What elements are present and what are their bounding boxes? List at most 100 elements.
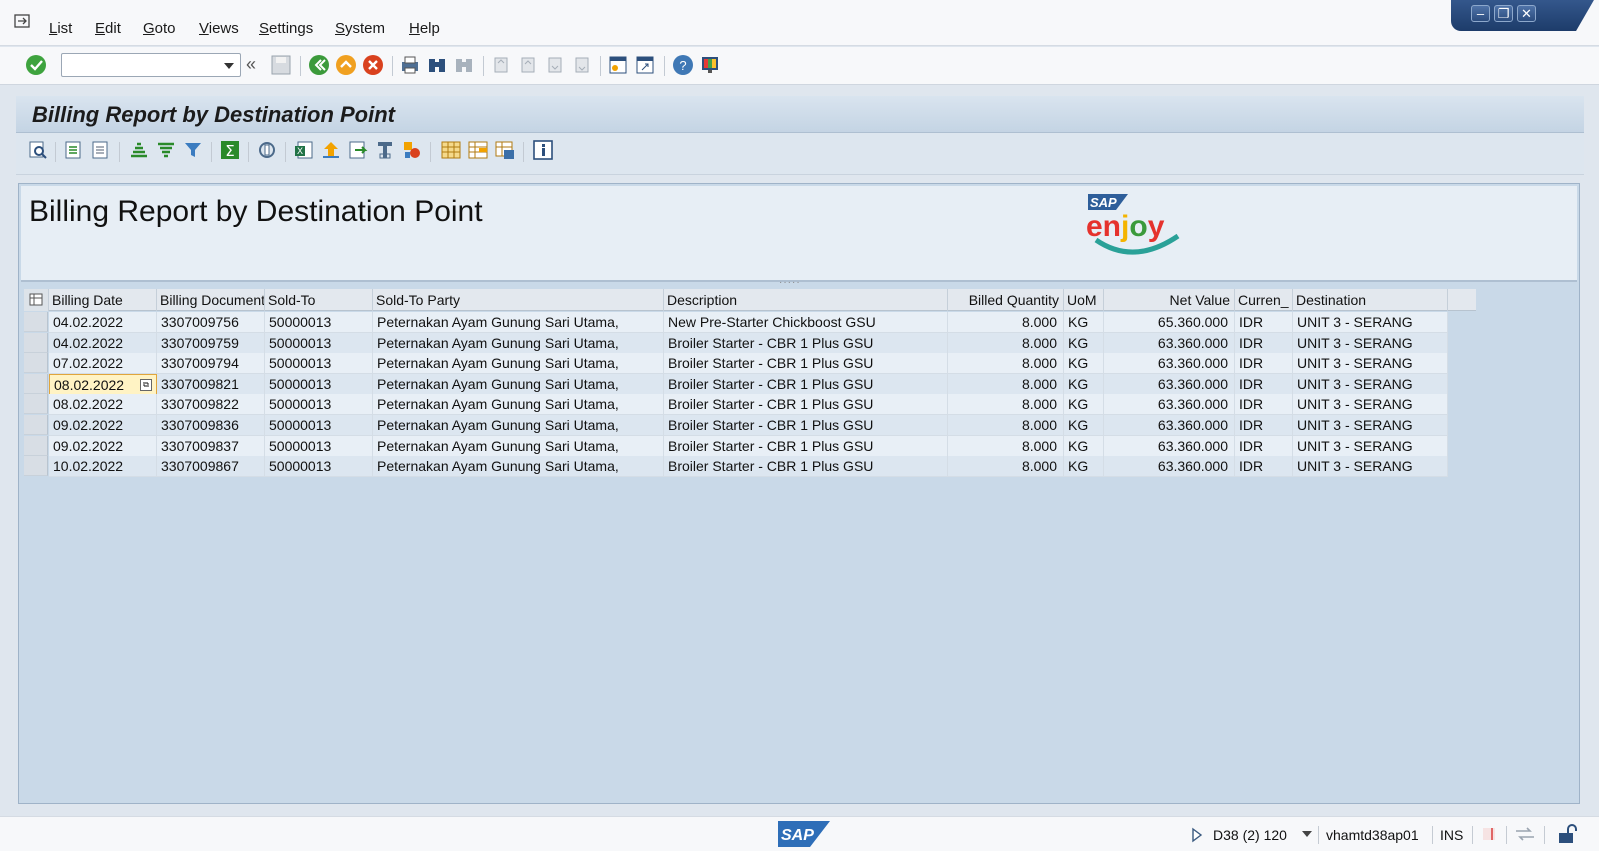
save-icon[interactable]	[270, 54, 292, 76]
cell-net-value[interactable]: 63.360.000	[1104, 456, 1235, 478]
cell-uom[interactable]: KG	[1064, 373, 1104, 395]
cell-destination[interactable]: UNIT 3 - SERANG	[1293, 332, 1448, 354]
new-session-icon[interactable]	[607, 54, 629, 76]
cell-net-value[interactable]: 63.360.000	[1104, 394, 1235, 416]
cell-billing-document[interactable]: 3307009837	[157, 435, 265, 457]
column-header-description[interactable]: Description	[664, 289, 948, 311]
cell-net-value[interactable]: 63.360.000	[1104, 353, 1235, 375]
row-selector[interactable]	[24, 415, 48, 435]
cell-sold-to-party[interactable]: Peternakan Ayam Gunung Sari Utama,	[373, 435, 664, 457]
cell-billing-date[interactable]: 09.02.2022	[49, 435, 157, 457]
menu-edit[interactable]: Edit	[95, 20, 121, 37]
cell-billed-quantity[interactable]: 8.000	[948, 353, 1064, 375]
cell-billed-quantity[interactable]: 8.000	[948, 456, 1064, 478]
cell-sold-to[interactable]: 50000013	[265, 456, 373, 478]
sap-menu-icon[interactable]	[14, 14, 32, 30]
value-help-icon[interactable]: ⧉	[140, 378, 152, 391]
find-icon[interactable]	[426, 54, 448, 76]
customize-layout-icon[interactable]	[699, 54, 721, 76]
save-layout-icon[interactable]	[494, 139, 516, 161]
cell-billing-document[interactable]: 3307009836	[157, 415, 265, 436]
row-selector[interactable]	[24, 394, 48, 415]
expand-status-icon[interactable]	[1191, 827, 1203, 843]
cell-uom[interactable]: KG	[1064, 415, 1104, 436]
cell-billed-quantity[interactable]: 8.000	[948, 415, 1064, 436]
column-header-currency[interactable]: Curren_	[1235, 289, 1293, 311]
cell-description[interactable]: Broiler Starter - CBR 1 Plus GSU	[664, 373, 948, 395]
menu-help[interactable]: Help	[409, 20, 440, 37]
cell-destination[interactable]: UNIT 3 - SERANG	[1293, 435, 1448, 457]
previous-page-icon[interactable]	[517, 54, 539, 76]
column-header-uom[interactable]: UoM	[1064, 289, 1104, 311]
cell-sold-to-party[interactable]: Peternakan Ayam Gunung Sari Utama,	[373, 456, 664, 478]
row-selector[interactable]	[24, 456, 48, 477]
graphic-icon[interactable]	[401, 139, 423, 161]
deselect-all-icon[interactable]	[90, 139, 112, 161]
cell-description[interactable]: Broiler Starter - CBR 1 Plus GSU	[664, 394, 948, 416]
select-all-icon[interactable]	[63, 139, 85, 161]
system-info[interactable]: D38 (2) 120	[1213, 827, 1287, 843]
cell-destination[interactable]: UNIT 3 - SERANG	[1293, 373, 1448, 395]
menu-system[interactable]: System	[335, 20, 385, 37]
splitter-handle[interactable]: ·····	[779, 277, 801, 288]
cell-uom[interactable]: KG	[1064, 435, 1104, 457]
cell-billing-document[interactable]: 3307009822	[157, 394, 265, 416]
local-file-icon[interactable]	[347, 139, 369, 161]
select-layout-icon[interactable]	[467, 139, 489, 161]
cell-net-value[interactable]: 63.360.000	[1104, 373, 1235, 395]
cell-net-value[interactable]: 63.360.000	[1104, 332, 1235, 354]
cell-sold-to-party[interactable]: Peternakan Ayam Gunung Sari Utama,	[373, 373, 664, 395]
row-selector[interactable]	[24, 332, 48, 353]
abc-analysis-icon[interactable]	[374, 139, 396, 161]
cell-billing-document[interactable]: 3307009759	[157, 332, 265, 354]
cell-sold-to[interactable]: 50000013	[265, 312, 373, 333]
cell-currency[interactable]: IDR	[1235, 456, 1293, 478]
next-page-icon[interactable]	[544, 54, 566, 76]
cell-currency[interactable]: IDR	[1235, 415, 1293, 436]
table-row[interactable]: 07.02.2022 3307009794 50000013 Peternakan A…	[24, 353, 1476, 375]
cell-billing-document[interactable]: 3307009794	[157, 353, 265, 375]
cell-sold-to-party[interactable]: Peternakan Ayam Gunung Sari Utama,	[373, 394, 664, 416]
column-header-sold-to[interactable]: Sold-To	[265, 289, 373, 311]
row-selector[interactable]	[24, 353, 48, 374]
table-row[interactable]: 08.02.2022 3307009822 50000013 Peternakan A…	[24, 394, 1476, 416]
cell-billed-quantity[interactable]: 8.000	[948, 332, 1064, 354]
cell-billing-document[interactable]: 3307009821	[157, 373, 265, 395]
cell-uom[interactable]: KG	[1064, 332, 1104, 354]
cell-billing-date[interactable]: 04.02.2022	[49, 312, 157, 333]
column-header-billing-document[interactable]: Billing Document	[157, 289, 265, 311]
cell-currency[interactable]: IDR	[1235, 373, 1293, 395]
cell-currency[interactable]: IDR	[1235, 353, 1293, 375]
cell-description[interactable]: Broiler Starter - CBR 1 Plus GSU	[664, 435, 948, 457]
chevron-down-icon[interactable]	[224, 63, 234, 69]
column-header-net-value[interactable]: Net Value	[1104, 289, 1235, 311]
minimize-button[interactable]: –	[1471, 5, 1490, 22]
find-next-icon[interactable]	[453, 54, 475, 76]
cell-uom[interactable]: KG	[1064, 353, 1104, 375]
change-layout-icon[interactable]	[440, 139, 462, 161]
cell-uom[interactable]: KG	[1064, 312, 1104, 333]
column-header-destination[interactable]: Destination	[1293, 289, 1448, 311]
lock-icon[interactable]	[1556, 824, 1578, 844]
cell-description[interactable]: Broiler Starter - CBR 1 Plus GSU	[664, 456, 948, 478]
print-icon[interactable]	[399, 54, 421, 76]
table-row[interactable]: 09.02.2022 3307009836 50000013 Peternakan A…	[24, 415, 1476, 436]
input-mode[interactable]: INS	[1440, 827, 1463, 843]
cell-billing-document[interactable]: 3307009867	[157, 456, 265, 478]
cell-sold-to-party[interactable]: Peternakan Ayam Gunung Sari Utama,	[373, 353, 664, 375]
menu-settings[interactable]: Settings	[259, 20, 313, 37]
cell-description[interactable]: Broiler Starter - CBR 1 Plus GSU	[664, 353, 948, 375]
cell-billing-date[interactable]: 04.02.2022	[49, 332, 157, 354]
exit-icon[interactable]	[335, 54, 357, 76]
column-header-billed-quantity[interactable]: Billed Quantity	[948, 289, 1064, 311]
row-selector[interactable]	[24, 435, 48, 456]
detail-view-icon[interactable]	[27, 139, 49, 161]
cell-currency[interactable]: IDR	[1235, 332, 1293, 354]
menu-views[interactable]: Views	[199, 20, 239, 37]
row-selector[interactable]	[24, 312, 48, 332]
cell-sold-to[interactable]: 50000013	[265, 332, 373, 354]
last-page-icon[interactable]	[571, 54, 593, 76]
cell-destination[interactable]: UNIT 3 - SERANG	[1293, 353, 1448, 375]
cell-billing-date[interactable]: 09.02.2022	[49, 415, 157, 436]
cell-sold-to[interactable]: 50000013	[265, 353, 373, 375]
